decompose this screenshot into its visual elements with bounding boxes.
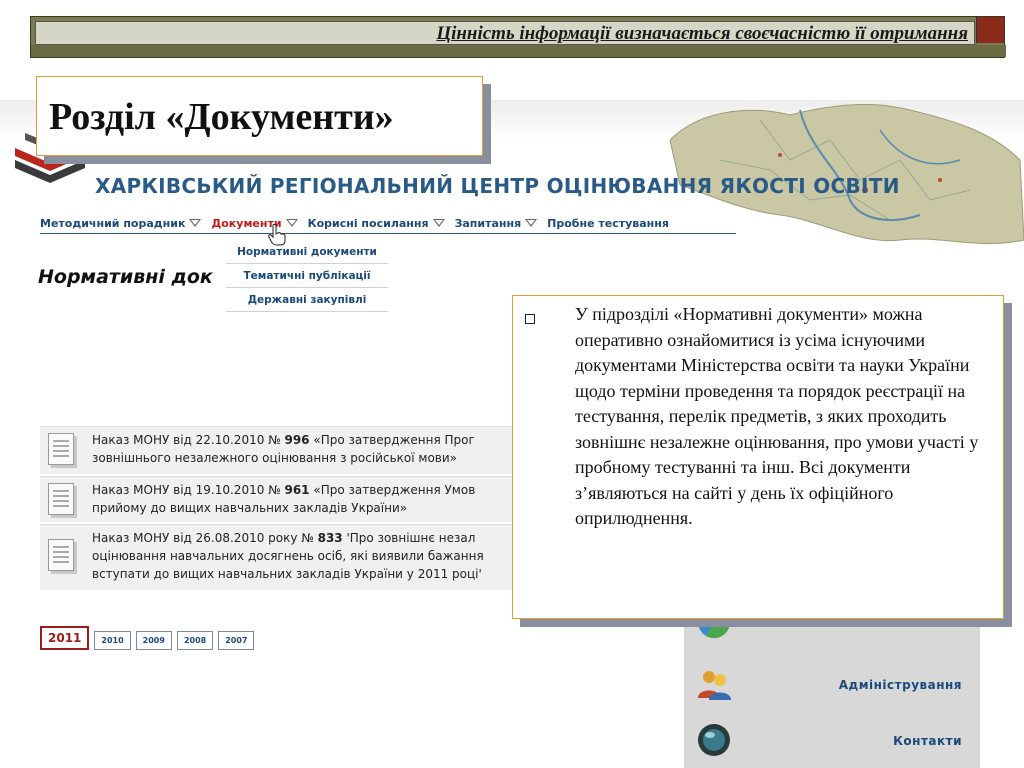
- documents-dropdown: Нормативні документи Тематичні публікаці…: [226, 240, 388, 312]
- nav-item-useful-links[interactable]: Корисні посилання: [308, 214, 445, 232]
- document-number: 996: [284, 433, 310, 447]
- document-line: Наказ МОНУ від 19.10.2010 №: [92, 483, 285, 497]
- side-menu-item-contacts[interactable]: Контакти: [684, 718, 980, 768]
- year-pagination: 2011 2010 2009 2008 2007: [40, 626, 255, 650]
- slide-banner: Цінність інформації визначається своєчас…: [30, 16, 1006, 58]
- nav-label: Методичний порадник: [40, 216, 186, 230]
- slide-title: Розділ «Документи»: [49, 96, 394, 138]
- document-icon: [48, 539, 74, 571]
- nav-label: Запитання: [454, 216, 522, 230]
- banner-accent-square: [976, 17, 1004, 43]
- document-row[interactable]: Наказ МОНУ від 22.10.2010 № 996 «Про зат…: [40, 426, 540, 474]
- year-tab-2008[interactable]: 2008: [176, 631, 214, 650]
- chevron-down-icon: [285, 219, 298, 227]
- year-tab-2010[interactable]: 2010: [94, 631, 131, 650]
- document-row[interactable]: Наказ МОНУ від 19.10.2010 № 961 «Про зат…: [40, 476, 540, 522]
- document-line: зовнішнього незалежного оцінювання з рос…: [92, 451, 457, 465]
- slide-title-box: Розділ «Документи»: [36, 76, 483, 156]
- banner-bottom-bar: [31, 45, 1006, 57]
- year-tab-2011[interactable]: 2011: [40, 626, 90, 650]
- year-tab-2009[interactable]: 2009: [135, 631, 172, 650]
- year-tab-2007[interactable]: 2007: [218, 631, 255, 650]
- document-icon: [48, 483, 74, 515]
- document-text[interactable]: Наказ МОНУ від 22.10.2010 № 996 «Про зат…: [92, 431, 475, 467]
- banner-strip: Цінність інформації визначається своєчас…: [35, 21, 975, 45]
- document-line: оцінювання навчальних досягнень осіб, як…: [92, 549, 484, 563]
- dropdown-item-normative[interactable]: Нормативні документи: [226, 240, 388, 264]
- document-line: прийому до вищих навчальних закладів Укр…: [92, 501, 408, 515]
- globe-icon: [698, 724, 730, 756]
- section-heading: Нормативні док: [38, 266, 213, 288]
- dropdown-item-thematic[interactable]: Тематичні публікації: [226, 264, 388, 288]
- document-line: «Про затвердження Умов: [309, 483, 476, 497]
- nav-item-methodical[interactable]: Методичний порадник: [40, 214, 202, 232]
- document-number: 961: [284, 483, 310, 497]
- nav-label: Пробне тестування: [547, 216, 669, 230]
- nav-item-questions[interactable]: Запитання: [455, 214, 538, 232]
- info-callout: У підрозділі «Нормативні документи» можн…: [512, 295, 1004, 619]
- document-line: вступати до вищих навчальних закладів Ук…: [92, 567, 482, 581]
- org-title: ХАРКІВСЬКИЙ РЕГІОНАЛЬНИЙ ЦЕНТР ОЦІНЮВАНН…: [95, 174, 900, 198]
- document-number: 833: [317, 531, 343, 545]
- chevron-down-icon: [432, 219, 445, 227]
- document-text[interactable]: Наказ МОНУ від 26.08.2010 року № 833 'Пр…: [92, 529, 484, 583]
- side-menu-label: Адміністрування: [838, 678, 962, 692]
- nav-item-trial-testing[interactable]: Пробне тестування: [547, 214, 669, 232]
- document-line: 'Про зовнішнє незал: [342, 531, 476, 545]
- users-icon: [698, 671, 731, 700]
- main-nav: Методичний порадник Документи Корисні по…: [40, 214, 736, 234]
- document-text[interactable]: Наказ МОНУ від 19.10.2010 № 961 «Про зат…: [92, 481, 475, 517]
- chevron-down-icon: [525, 219, 538, 227]
- document-line: «Про затвердження Прог: [309, 433, 475, 447]
- side-menu: Опитування Адміністрування Контакти: [684, 600, 980, 768]
- document-line: Наказ МОНУ від 26.08.2010 року №: [92, 531, 318, 545]
- side-menu-item-admin[interactable]: Адміністрування: [684, 660, 980, 710]
- chevron-down-icon: [189, 219, 202, 227]
- info-text: У підрозділі «Нормативні документи» можн…: [575, 304, 979, 528]
- nav-label: Корисні посилання: [307, 216, 429, 230]
- square-bullet-icon: [525, 314, 535, 324]
- dropdown-item-procurement[interactable]: Державні закупівлі: [226, 288, 388, 312]
- document-icon: [48, 433, 74, 465]
- banner-text: Цінність інформації визначається своєчас…: [436, 23, 968, 44]
- document-line: Наказ МОНУ від 22.10.2010 №: [92, 433, 285, 447]
- document-row[interactable]: Наказ МОНУ від 26.08.2010 року № 833 'Пр…: [40, 524, 540, 590]
- side-menu-label: Контакти: [893, 734, 962, 748]
